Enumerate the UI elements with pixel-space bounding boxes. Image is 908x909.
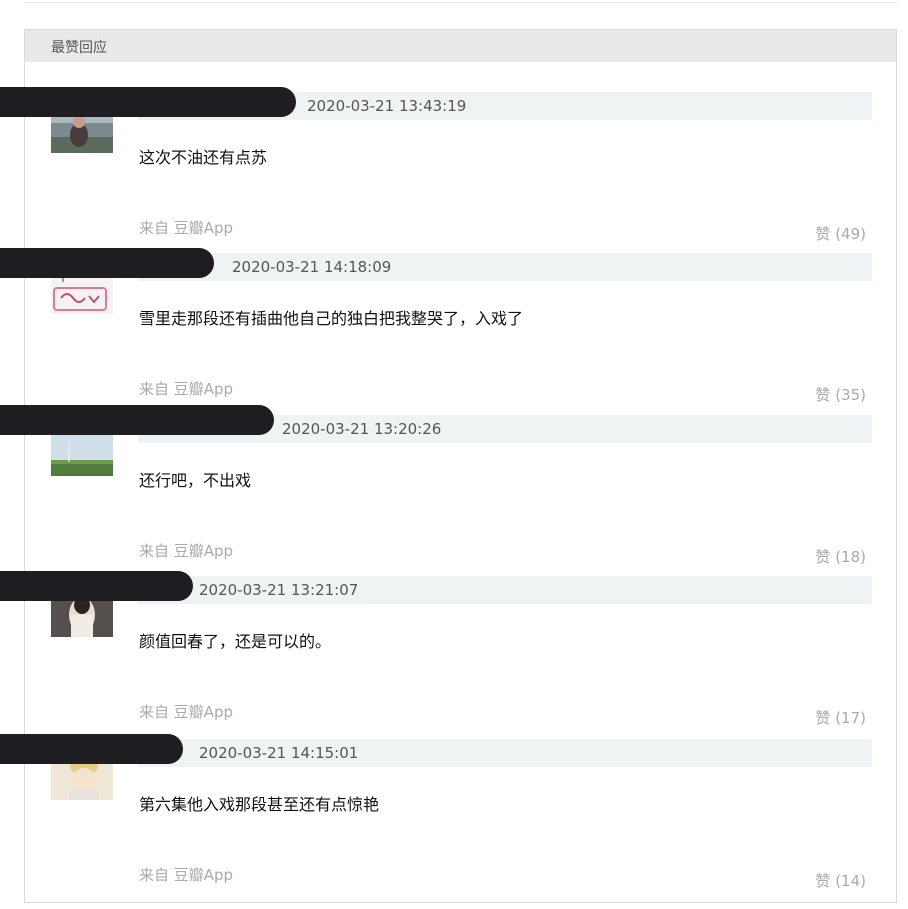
redaction-bar	[0, 87, 296, 117]
like-count: (49)	[835, 225, 866, 243]
like-count: (35)	[835, 386, 866, 404]
like-label: 赞	[815, 386, 831, 404]
like-count: (14)	[835, 872, 866, 890]
comment-source: 来自 豆瓣App	[139, 380, 234, 398]
like-button[interactable]: 赞 (35)	[815, 384, 866, 405]
like-count: (18)	[835, 548, 866, 566]
comment-text: 雪里走那段还有插曲他自己的独白把我整哭了，入戏了	[139, 309, 524, 328]
comment-source: 来自 豆瓣App	[139, 542, 234, 560]
panel-header: 最赞回应	[25, 30, 896, 62]
top-replies-panel: 最赞回应 2020-03-21 13:43:19 这次不油还有点苏 来自 豆瓣A…	[24, 29, 897, 903]
comment-text: 第六集他入戏那段甚至还有点惊艳	[139, 795, 380, 814]
comment-meta-bar: 2020-03-21 13:21:07	[138, 576, 872, 604]
redaction-bar	[0, 734, 183, 764]
comment-source: 来自 豆瓣App	[139, 866, 234, 884]
top-divider	[24, 2, 898, 3]
comment-text: 还行吧，不出戏	[139, 471, 252, 490]
comment-text: 颜值回春了，还是可以的。	[139, 632, 332, 651]
like-button[interactable]: 赞 (49)	[815, 223, 866, 244]
redaction-bar	[0, 571, 193, 601]
like-label: 赞	[815, 225, 831, 243]
redaction-bar	[0, 405, 274, 435]
comment-text: 这次不油还有点苏	[139, 148, 268, 167]
like-button[interactable]: 赞 (14)	[815, 870, 866, 891]
like-label: 赞	[815, 548, 831, 566]
comment-timestamp: 2020-03-21 14:15:01	[199, 744, 359, 762]
comment-timestamp: 2020-03-21 13:43:19	[307, 97, 467, 115]
avatar-3-icon[interactable]	[51, 430, 113, 476]
comment-meta-bar: 2020-03-21 14:18:09	[138, 253, 872, 281]
redaction-bar	[0, 248, 214, 278]
like-count: (17)	[835, 709, 866, 727]
like-label: 赞	[815, 709, 831, 727]
panel-title: 最赞回应	[51, 40, 107, 56]
comment-timestamp: 2020-03-21 13:21:07	[199, 581, 359, 599]
like-button[interactable]: 赞 (17)	[815, 707, 866, 728]
like-button[interactable]: 赞 (18)	[815, 546, 866, 567]
comment-timestamp: 2020-03-21 13:20:26	[282, 420, 442, 438]
comment-meta-bar: 2020-03-21 14:15:01	[138, 739, 872, 767]
like-label: 赞	[815, 872, 831, 890]
comment-source: 来自 豆瓣App	[139, 219, 234, 237]
comment-item: 2020-03-21 13:20:26 还行吧，不出戏 来自 豆瓣App 赞 (…	[25, 415, 898, 576]
comment-timestamp: 2020-03-21 14:18:09	[232, 258, 392, 276]
comment-source: 来自 豆瓣App	[139, 703, 234, 721]
